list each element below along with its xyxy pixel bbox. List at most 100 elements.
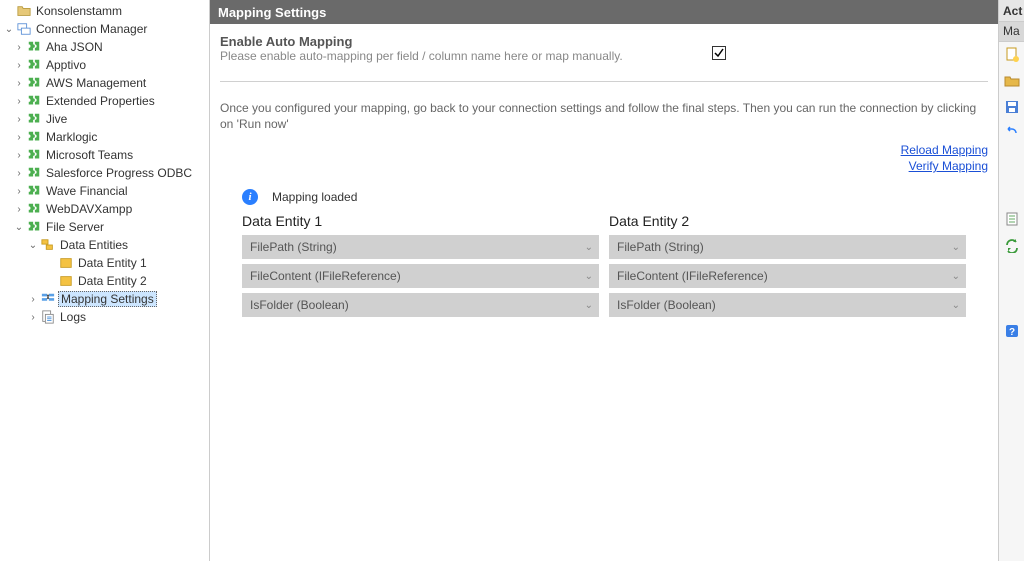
field-dropdown[interactable]: FilePath (String) ⌄ [242,235,599,259]
tree-connection-label: AWS Management [44,76,148,90]
tree-root-label: Konsolenstamm [34,4,124,18]
tree-data-entities-label: Data Entities [58,238,130,252]
tree-mapping-settings[interactable]: › Mapping Settings [0,290,209,308]
tree-connection-label: Extended Properties [44,94,157,108]
page-title-bar: Mapping Settings [210,0,998,24]
page-title: Mapping Settings [218,5,326,20]
tree-connection-item[interactable]: › Extended Properties [0,92,209,110]
enable-auto-mapping-checkbox[interactable] [712,46,726,60]
tree-connection-item[interactable]: › WebDAVXampp [0,200,209,218]
puzzle-icon [26,165,42,181]
tree-connection-item[interactable]: › Marklogic [0,128,209,146]
tree-panel: Konsolenstamm ⌄ Connection Manager › Aha… [0,0,210,561]
chevron-down-icon: ⌄ [585,242,593,253]
reload-mapping-link[interactable]: Reload Mapping [220,143,988,157]
logs-icon [40,309,56,325]
tree-connection-label: Salesforce Progress ODBC [44,166,194,180]
undo-button[interactable] [1001,122,1023,144]
tree-connection-item[interactable]: › Microsoft Teams [0,146,209,164]
tree-connection-item[interactable]: › Wave Financial [0,182,209,200]
tree-connection-label: WebDAVXampp [44,202,134,216]
enable-auto-mapping-section: Enable Auto Mapping Please enable auto-m… [220,28,988,82]
chevron-right-icon: › [12,150,26,161]
tree-file-server[interactable]: ⌄ File Server [0,218,209,236]
tree-entity-1[interactable]: Data Entity 1 [0,254,209,272]
open-folder-button[interactable] [1001,70,1023,92]
chevron-down-icon: ⌄ [585,300,593,311]
chevron-right-icon: › [12,204,26,215]
save-button[interactable] [1001,96,1023,118]
tree-file-server-label: File Server [44,220,106,234]
puzzle-icon [26,129,42,145]
status-text: Mapping loaded [272,190,357,204]
puzzle-icon [26,201,42,217]
status-row: i Mapping loaded [242,189,988,205]
mapping-col-2: Data Entity 2 FilePath (String) ⌄ FileCo… [609,213,966,322]
tree-entity-1-label: Data Entity 1 [76,256,149,270]
puzzle-icon [26,93,42,109]
right-panel: Act Ma ? [998,0,1024,561]
field-dropdown[interactable]: IsFolder (Boolean) ⌄ [242,293,599,317]
data-entities-icon [40,237,56,253]
tree-connection-item[interactable]: › AWS Management [0,74,209,92]
right-tab[interactable]: Ma [999,22,1024,42]
chevron-down-icon: ⌄ [12,222,26,233]
tree-conn-mgr[interactable]: ⌄ Connection Manager [0,20,209,38]
tree-connection-label: Microsoft Teams [44,148,135,162]
tree-connection-label: Wave Financial [44,184,130,198]
col2-title: Data Entity 2 [609,213,966,229]
chevron-right-icon: › [12,168,26,179]
field-dropdown[interactable]: FileContent (IFileReference) ⌄ [242,264,599,288]
tree-connection-label: Marklogic [44,130,99,144]
instructions-text: Once you configured your mapping, go bac… [220,100,988,134]
puzzle-icon [26,147,42,163]
puzzle-icon [26,219,42,235]
col1-title: Data Entity 1 [242,213,599,229]
mapping-settings-icon [40,291,56,307]
puzzle-icon [26,75,42,91]
folder-icon [16,3,32,19]
help-button[interactable]: ? [1001,320,1023,342]
chevron-down-icon: ⌄ [2,24,16,35]
field-value: FilePath (String) [617,240,704,254]
refresh-button[interactable] [1001,234,1023,256]
tree-connection-label: Aha JSON [44,40,105,54]
new-item-button[interactable] [1001,44,1023,66]
tree-data-entities[interactable]: ⌄ Data Entities [0,236,209,254]
puzzle-icon [26,57,42,73]
tree-root[interactable]: Konsolenstamm [0,2,209,20]
main-panel: Mapping Settings Enable Auto Mapping Ple… [210,0,998,561]
tree-logs[interactable]: › Logs [0,308,209,326]
tree-mapping-settings-label: Mapping Settings [58,291,157,307]
mapping-col-1: Data Entity 1 FilePath (String) ⌄ FileCo… [242,213,599,322]
field-dropdown[interactable]: IsFolder (Boolean) ⌄ [609,293,966,317]
field-value: IsFolder (Boolean) [617,298,716,312]
tree-connection-item[interactable]: › Jive [0,110,209,128]
info-icon: i [242,189,258,205]
verify-mapping-link[interactable]: Verify Mapping [220,159,988,173]
chevron-down-icon: ⌄ [952,300,960,311]
tree-connection-item[interactable]: › Salesforce Progress ODBC [0,164,209,182]
chevron-right-icon: › [26,294,40,305]
tree-logs-label: Logs [58,310,88,324]
chevron-down-icon: ⌄ [952,271,960,282]
enable-title: Enable Auto Mapping [220,34,700,49]
tree-connection-item[interactable]: › Apptivo [0,56,209,74]
tree-connection-label: Apptivo [44,58,88,72]
chevron-right-icon: › [12,42,26,53]
chevron-right-icon: › [12,96,26,107]
field-dropdown[interactable]: FilePath (String) ⌄ [609,235,966,259]
entity-icon [58,273,74,289]
tree-entity-2[interactable]: Data Entity 2 [0,272,209,290]
puzzle-icon [26,111,42,127]
tree-conn-mgr-label: Connection Manager [34,22,149,36]
tree-connection-item[interactable]: › Aha JSON [0,38,209,56]
puzzle-icon [26,39,42,55]
chevron-right-icon: › [26,312,40,323]
tree-connection-label: Jive [44,112,69,126]
chevron-down-icon: ⌄ [26,240,40,251]
document-button[interactable] [1001,208,1023,230]
field-value: FileContent (IFileReference) [617,269,768,283]
field-dropdown[interactable]: FileContent (IFileReference) ⌄ [609,264,966,288]
chevron-right-icon: › [12,78,26,89]
